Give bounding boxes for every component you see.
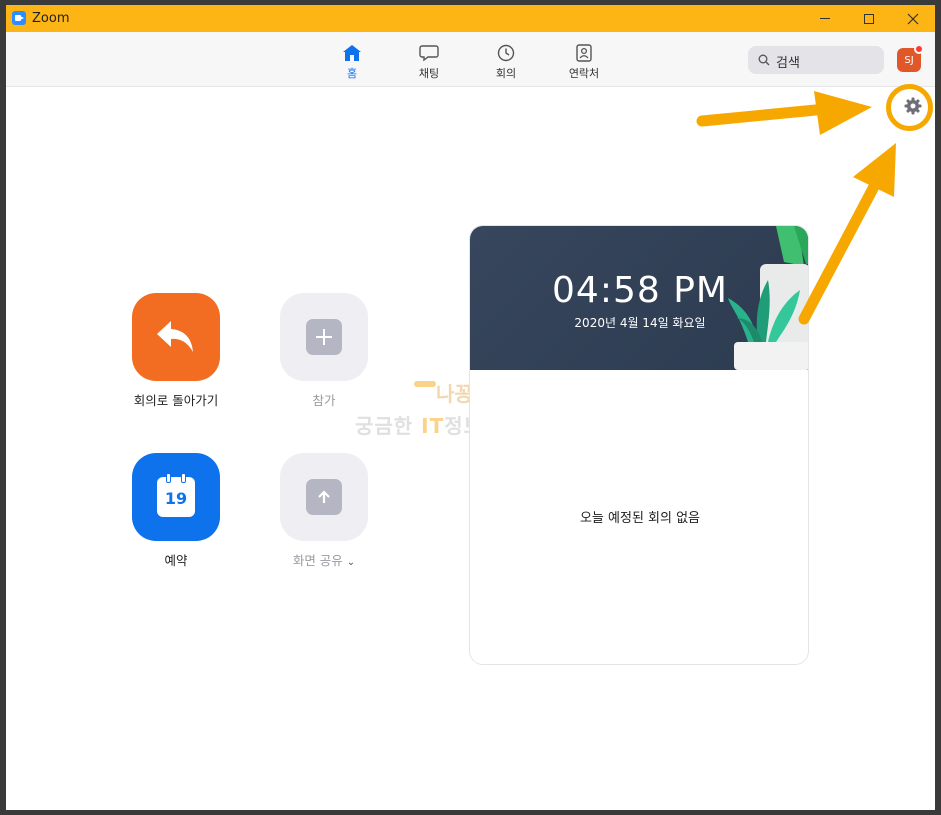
zoom-window: Zoom 홈 채팅 회의 연락처 검색 SJ 회의로 돌아가기 참가 19 예약…	[6, 5, 935, 810]
arrow-diagonal-icon	[798, 143, 896, 325]
arrow-horizontal-icon	[696, 91, 872, 135]
annotation-arrows	[696, 91, 896, 325]
